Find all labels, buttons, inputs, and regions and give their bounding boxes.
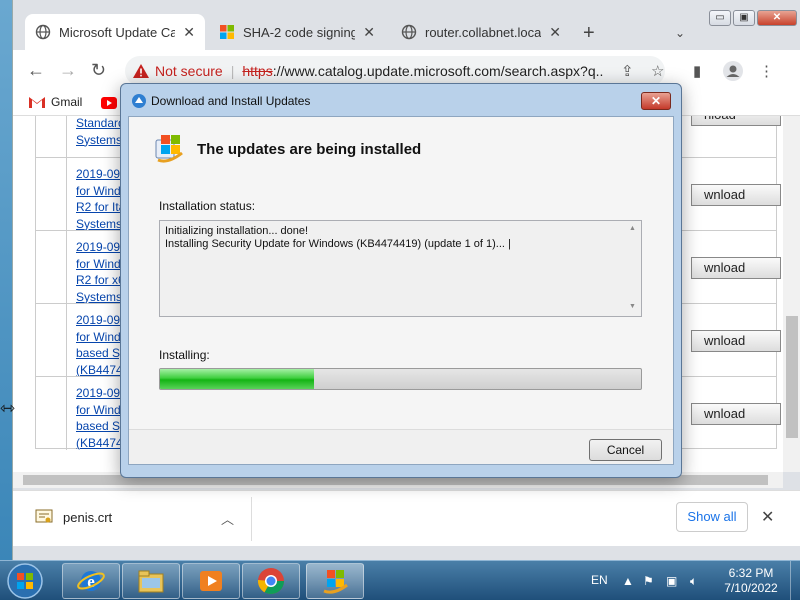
desktop-edge bbox=[0, 0, 12, 560]
taskbar-windows-update[interactable] bbox=[306, 563, 364, 599]
action-center-flag-icon[interactable]: ⚑ bbox=[643, 574, 654, 588]
new-tab-button[interactable]: + bbox=[583, 22, 595, 45]
windows-update-icon bbox=[132, 94, 146, 108]
internet-explorer-icon: e bbox=[77, 571, 105, 591]
tab-sha2-code-signing[interactable]: SHA-2 code signing s ✕ bbox=[209, 14, 385, 50]
installation-status-log[interactable]: Initializing installation... done! Insta… bbox=[159, 220, 642, 317]
tab-microsoft-update-catalog[interactable]: Microsoft Update Cata ✕ bbox=[25, 14, 205, 50]
network-icon[interactable]: ▣ bbox=[666, 574, 677, 588]
volume-muted-icon[interactable]: 🔈︎ bbox=[690, 574, 697, 589]
windows-update-icon bbox=[323, 570, 348, 594]
start-button-icon[interactable] bbox=[4, 562, 46, 600]
address-separator: | bbox=[230, 63, 235, 79]
download-button[interactable]: wnload bbox=[691, 330, 781, 352]
install-progress-bar bbox=[159, 368, 642, 390]
globe-icon bbox=[401, 24, 417, 40]
row-divider bbox=[66, 231, 67, 304]
chrome-icon bbox=[257, 568, 285, 595]
show-desktop-button[interactable] bbox=[790, 561, 800, 600]
installing-label: Installing: bbox=[159, 348, 210, 362]
warning-icon bbox=[133, 64, 149, 78]
tab-close-button[interactable]: ✕ bbox=[549, 24, 561, 41]
reload-button[interactable]: ↻ bbox=[91, 60, 106, 81]
forward-button[interactable]: → bbox=[59, 60, 77, 81]
url-scheme: https bbox=[242, 63, 273, 79]
status-line: Installing Security Update for Windows (… bbox=[165, 238, 511, 250]
tab-title: SHA-2 code signing s bbox=[243, 24, 356, 40]
divider bbox=[251, 497, 252, 541]
window-controls: ▭ ▣ ✕ bbox=[709, 10, 797, 26]
side-panel-icon[interactable]: ▮ bbox=[693, 62, 701, 80]
bookmark-label: Gmail bbox=[51, 95, 83, 109]
taskbar-chrome[interactable] bbox=[242, 563, 300, 599]
dialog-heading: The updates are being installed bbox=[197, 141, 422, 158]
tab-close-button[interactable]: ✕ bbox=[363, 24, 375, 41]
youtube-icon[interactable] bbox=[101, 97, 117, 109]
profile-avatar-icon[interactable] bbox=[723, 61, 743, 81]
tab-strip: Microsoft Update Cata ✕ SHA-2 code signi… bbox=[13, 0, 800, 50]
clock-date: 7/10/2022 bbox=[724, 581, 778, 595]
gmail-icon bbox=[29, 97, 45, 108]
minimize-button[interactable]: ▭ bbox=[709, 10, 731, 26]
scroll-down-arrow-icon[interactable]: ▼ bbox=[629, 303, 636, 310]
downloads-bar-close-button[interactable]: ✕ bbox=[761, 507, 774, 527]
certificate-file-icon bbox=[35, 509, 53, 523]
vertical-scrollbar[interactable] bbox=[783, 116, 800, 472]
media-player-icon bbox=[200, 571, 222, 591]
scroll-up-arrow-icon[interactable]: ▲ bbox=[629, 225, 636, 232]
clock-time: 6:32 PM bbox=[728, 566, 774, 580]
tab-router-collabnet[interactable]: router.collabnet.local ✕ bbox=[391, 14, 571, 50]
tab-close-button[interactable]: ✕ bbox=[183, 24, 195, 41]
folder-icon bbox=[138, 570, 164, 593]
taskbar-media-player[interactable] bbox=[182, 563, 240, 599]
dialog-title: Download and Install Updates bbox=[151, 94, 311, 108]
windows-update-icon bbox=[155, 135, 183, 163]
bookmark-star-icon[interactable]: ☆ bbox=[651, 62, 664, 80]
dialog-close-button[interactable]: ✕ bbox=[641, 92, 671, 110]
taskbar-file-explorer[interactable] bbox=[122, 563, 180, 599]
row-divider bbox=[66, 158, 67, 231]
language-indicator[interactable]: EN bbox=[591, 573, 608, 587]
show-all-button[interactable]: Show all bbox=[676, 502, 748, 532]
taskbar: e EN ▲ ⚑ ▣ 🔈︎ 6:32 PM 7/10/2022 bbox=[0, 560, 800, 600]
resize-cursor-icon: ⇿ bbox=[0, 398, 16, 418]
microsoft-logo-icon bbox=[220, 25, 234, 39]
window-close-button[interactable]: ✕ bbox=[757, 10, 797, 26]
status-scrollbar[interactable]: ▲ ▼ bbox=[625, 221, 641, 316]
status-line: Initializing installation... done! bbox=[165, 225, 309, 237]
url-text: ://www.catalog.update.microsoft.com/sear… bbox=[272, 63, 603, 79]
dialog-titlebar[interactable]: Download and Install Updates ✕ bbox=[121, 84, 681, 116]
row-divider bbox=[66, 377, 67, 450]
back-button[interactable]: ← bbox=[27, 60, 45, 81]
cancel-button[interactable]: Cancel bbox=[589, 439, 662, 461]
scrollbar-thumb[interactable] bbox=[786, 316, 798, 438]
address-bar[interactable]: Not secure | https ://www.catalog.update… bbox=[125, 56, 665, 86]
install-updates-dialog: Download and Install Updates ✕ The updat… bbox=[120, 83, 682, 478]
tab-title: Microsoft Update Cata bbox=[59, 24, 176, 40]
not-secure-label[interactable]: Not secure bbox=[155, 63, 223, 79]
download-item[interactable]: penis.crt bbox=[35, 509, 112, 525]
share-icon[interactable]: ⇪ bbox=[621, 62, 634, 80]
restore-button[interactable]: ▣ bbox=[733, 10, 755, 26]
row-divider bbox=[66, 304, 67, 377]
dialog-content: The updates are being installed Installa… bbox=[129, 117, 673, 430]
download-button[interactable]: nload bbox=[691, 116, 781, 126]
system-clock[interactable]: 6:32 PM 7/10/2022 bbox=[716, 566, 786, 596]
taskbar-internet-explorer[interactable]: e bbox=[62, 563, 120, 599]
tab-title: router.collabnet.local bbox=[425, 24, 542, 40]
download-button[interactable]: wnload bbox=[691, 184, 781, 206]
download-filename: penis.crt bbox=[63, 509, 113, 525]
globe-icon bbox=[35, 24, 51, 40]
show-hidden-icons-chevron-icon[interactable]: ▲ bbox=[622, 574, 634, 588]
dialog-body: The updates are being installed Installa… bbox=[128, 116, 674, 465]
progress-fill bbox=[160, 369, 314, 389]
chevron-up-icon[interactable]: ︿ bbox=[221, 509, 234, 528]
installation-status-label: Installation status: bbox=[159, 199, 256, 213]
bookmark-gmail[interactable]: Gmail bbox=[29, 95, 82, 109]
download-button[interactable]: wnload bbox=[691, 403, 781, 425]
downloads-bar: penis.crt ︿ Show all ✕ bbox=[13, 490, 800, 546]
tab-search-chevron-icon[interactable]: ⌄ bbox=[675, 26, 685, 40]
menu-kebab-icon[interactable]: ⋮ bbox=[759, 62, 774, 80]
download-button[interactable]: wnload bbox=[691, 257, 781, 279]
